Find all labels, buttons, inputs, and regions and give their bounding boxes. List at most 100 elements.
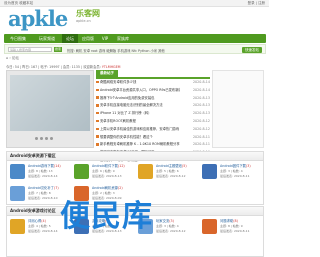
news-item[interactable]: 安卓手机ROOT刷机教程 2020-8-12 <box>96 118 210 126</box>
stats-text: 今日: 54 | 昨日: 167 | 帖子: 19997 | 会员: 1135 … <box>6 65 102 69</box>
news-panel: 最新帖子 奇酷网络安卓软件多少钱 2020-8-14 Android安卓平台资源共享… <box>96 70 210 162</box>
news-title[interactable]: 安卓手机连接电脑无法识别的最全解决方法 <box>100 102 180 110</box>
news-title[interactable]: 推荐下5个Android应用的免费安装包 <box>100 95 180 103</box>
forum-last-post[interactable]: 最后发表: 2020-8-13 <box>92 174 122 178</box>
sidebar-panel <box>212 70 264 148</box>
tab-latest[interactable]: 最新帖子 <box>96 70 118 77</box>
forum-last-post[interactable]: 最后发表: 2020-8-14 <box>28 229 58 233</box>
forum-item[interactable]: 问题求助(8) 主题: 8 | 帖数: 9 最后发表: 2020-8-11 <box>202 217 266 239</box>
forum-icon[interactable] <box>74 164 89 179</box>
search-button[interactable]: 搜索 <box>54 47 62 52</box>
news-bullet-icon <box>96 111 99 115</box>
nav-item-app[interactable]: 应用版 <box>78 34 98 43</box>
logo-text: apkle <box>8 6 68 31</box>
logo-sub: apkle.cn <box>76 19 91 23</box>
forum-item[interactable]: Android软件下载(12) 主题: 6 | 帖数: 9 最后发表: 2020-8… <box>74 162 138 184</box>
nav-item-forum[interactable]: 论坛 <box>62 34 78 43</box>
news-item[interactable]: 新手教程安卓刷机推荐 K - 1.0K10 ROM刷机教程分享 2020-8-11 <box>96 141 210 149</box>
news-date: 2020-8-13 <box>192 95 210 100</box>
news-date: 2020-8-12 <box>192 118 210 123</box>
news-item[interactable]: 上周以安卓手机最佳的游戏和应用推荐，安卓热门游戏 2020-8-12 <box>96 126 210 134</box>
forum-meta: 主题: 3 | 帖数: 4 <box>220 169 243 173</box>
forum-icon[interactable] <box>10 219 25 234</box>
forum-name[interactable]: 问题求助(8) <box>220 218 238 223</box>
news-item[interactable]: 奇酷网络安卓软件多少钱 2020-8-14 <box>96 79 210 87</box>
forum-name[interactable]: Android软件下载(12) <box>92 163 125 168</box>
site-logo[interactable]: apkle 乐客网 apkle.cn <box>8 7 108 31</box>
forum-name[interactable]: Android汉化补丁(7) <box>28 185 59 190</box>
news-bullet-icon <box>96 104 99 107</box>
forum-item[interactable]: Android固件下载(3) 主题: 3 | 帖数: 4 最后发表: 2020-8-… <box>202 162 266 184</box>
forum-last-post[interactable]: 最后发表: 2020-8-12 <box>156 174 186 178</box>
breadcrumb[interactable]: ⌂ › 论坛 <box>6 56 19 61</box>
news-title[interactable]: 想要调整你的安卓手机性能？看这个 <box>100 134 180 142</box>
feature-slideshow[interactable] <box>6 70 94 148</box>
section-title[interactable]: Android安卓资源下载区 <box>7 152 263 161</box>
forum-last-post[interactable]: 最后发表: 2020-8-11 <box>220 174 250 178</box>
feature-image[interactable] <box>10 75 90 131</box>
publish-button[interactable]: 快速发帖 <box>242 46 262 53</box>
forum-icon[interactable] <box>202 219 217 234</box>
forum-name[interactable]: 玩家交流(3) <box>156 218 174 223</box>
forum-meta: 主题: 8 | 帖数: 9 <box>220 224 243 228</box>
news-date: 2020-8-13 <box>192 111 210 116</box>
nav-item-today[interactable]: 今日图集 <box>4 34 32 43</box>
forum-name[interactable]: Android游戏下载(14) <box>28 163 61 168</box>
news-title[interactable]: 奇酷网络安卓软件多少钱 <box>100 79 180 87</box>
news-title[interactable]: 安卓手机ROOT刷机教程 <box>100 118 180 126</box>
forum-name[interactable]: 评测心得(4) <box>28 218 46 223</box>
news-title[interactable]: Android安卓平台资源共享入口，OPPO R9s已发布新版系统 <box>100 87 180 95</box>
forum-meta: 主题: 7 | 帖数: 8 <box>28 191 51 195</box>
news-title[interactable]: iPhone 11 对比了 Z 排行榜（转） <box>100 110 180 118</box>
forum-last-post[interactable]: 最后发表: 2020-8-12 <box>156 229 186 233</box>
news-date: 2020-8-12 <box>192 126 210 131</box>
news-tabs: 最新帖子 <box>96 70 210 79</box>
news-bullet-icon <box>96 80 99 84</box>
search-input[interactable]: 请输入搜索内容 <box>8 47 52 52</box>
nav-item-player[interactable]: 玩家频道 <box>32 34 62 43</box>
news-bullet-icon <box>96 119 99 123</box>
news-item[interactable]: iPhone 11 对比了 Z 排行榜（转） 2020-8-13 <box>96 110 210 118</box>
news-title[interactable]: 新手教程安卓刷机推荐 K - 1.0K10 ROM刷机教程分享 <box>100 141 180 149</box>
forum-last-post[interactable]: 最后发表: 2020-8-11 <box>220 229 250 233</box>
forum-icon[interactable] <box>138 164 153 179</box>
forum-name[interactable]: Android刷机资源(2) <box>92 185 123 190</box>
forum-last-post[interactable]: 最后发表: 2020-8-10 <box>28 196 58 200</box>
news-date: 2020-8-11 <box>192 142 210 147</box>
news-item[interactable]: Android安卓平台资源共享入口，OPPO R9s已发布新版系统 2020-8-… <box>96 87 210 95</box>
news-item[interactable]: 想要调整你的安卓手机性能？看这个 2020-8-11 <box>96 134 210 142</box>
forum-last-post[interactable]: 最后发表: 2020-8-14 <box>28 174 58 178</box>
news-title[interactable]: 上周以安卓手机最佳的游戏和应用推荐，安卓热门游戏 <box>100 126 180 134</box>
news-date: 2020-8-13 <box>192 103 210 108</box>
main-nav: 今日图集 玩家频道 论坛 应用版 VIP 家族库 <box>4 34 266 43</box>
slideshow-dots[interactable] <box>35 136 55 141</box>
news-date: 2020-8-14 <box>192 80 210 84</box>
top-bar-login-links[interactable]: 登录 | 注册 <box>248 1 265 6</box>
hot-searches[interactable]: 热搜: 刷机 安卓 root 游戏 破解版 手机游戏 Nfc Python 小米… <box>67 48 165 53</box>
search-bar: 请输入搜索内容 搜索 热搜: 刷机 安卓 root 游戏 破解版 手机游戏 Nf… <box>4 44 266 54</box>
news-bullet-icon <box>96 143 99 146</box>
home-icon[interactable]: ⌂ <box>6 56 8 60</box>
forum-name[interactable]: Android固件下载(3) <box>220 163 251 168</box>
forum-item[interactable]: Android游戏下载(14) 主题: 8 | 帖数: 13 最后发表: 2020-… <box>10 162 74 184</box>
nav-item-vip[interactable]: VIP <box>98 34 112 43</box>
forum-stats: 今日: 54 | 昨日: 167 | 帖子: 19997 | 会员: 1135 … <box>6 64 121 69</box>
watermark: 便民库 <box>60 199 153 234</box>
forum-meta: 主题: 4 | 帖数: 5 <box>28 224 51 228</box>
new-member-link[interactable]: YTLMHGEM <box>102 65 121 69</box>
forum-icon[interactable] <box>202 164 217 179</box>
forum-icon[interactable] <box>10 186 25 201</box>
forum-icon[interactable] <box>10 164 25 179</box>
news-item[interactable]: 安卓手机连接电脑无法识别的最全解决方法 2020-8-13 <box>96 102 210 110</box>
news-item[interactable]: 推荐下5个Android应用的免费安装包 2020-8-13 <box>96 95 210 103</box>
news-bullet-icon <box>96 127 99 131</box>
forum-meta: 主题: 8 | 帖数: 13 <box>28 169 53 173</box>
forum-meta: 主题: 5 | 帖数: 6 <box>156 169 179 173</box>
forum-name[interactable]: Android主题壁纸(5) <box>156 163 187 168</box>
logo-cn: 乐客网 <box>76 9 100 18</box>
forum-item[interactable]: Android主题壁纸(5) 主题: 5 | 帖数: 6 最后发表: 2020-8-… <box>138 162 202 184</box>
news-bullet-icon <box>96 88 99 92</box>
news-bullet-icon <box>96 135 99 138</box>
breadcrumb-forum[interactable]: 论坛 <box>12 56 19 60</box>
nav-item-family[interactable]: 家族库 <box>112 34 134 43</box>
